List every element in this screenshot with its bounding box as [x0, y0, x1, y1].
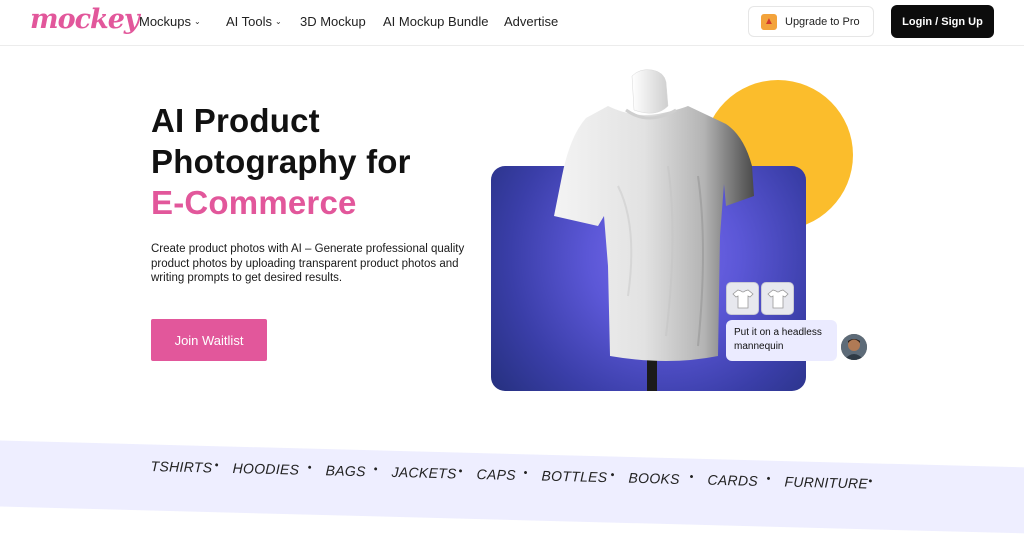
nav-item-ai-tools[interactable]: AI Tools ⌄ [226, 14, 282, 29]
nav-item-label: Mockups [139, 14, 192, 29]
separator-dot: • [610, 469, 615, 482]
chevron-down-icon: ⌄ [194, 17, 201, 26]
nav-item-3d-mockup[interactable]: 3D Mockup [300, 14, 366, 29]
category-item[interactable]: BOOKS [628, 470, 680, 487]
join-waitlist-button[interactable]: Join Waitlist [151, 319, 267, 361]
category-item[interactable]: JACKETS [391, 464, 456, 482]
nav-item-advertise[interactable]: Advertise [504, 14, 558, 29]
login-signup-button[interactable]: Login / Sign Up [891, 5, 994, 38]
nav-item-ai-mockup-bundle[interactable]: AI Mockup Bundle [383, 14, 489, 29]
tshirt-icon [766, 289, 789, 308]
separator-dot: • [523, 467, 528, 480]
separator-dot: • [373, 463, 378, 476]
upgrade-to-pro-button[interactable]: ▲ Upgrade to Pro [748, 6, 874, 37]
category-item[interactable]: BAGS [325, 462, 365, 479]
tshirt-icon [731, 289, 754, 308]
separator-dot: • [458, 465, 463, 478]
category-item[interactable]: CARDS [707, 472, 758, 489]
category-item[interactable]: TSHIRTS [150, 458, 212, 476]
nav-item-label: AI Tools [226, 14, 273, 29]
category-item[interactable]: CAPS [476, 466, 516, 483]
category-item[interactable]: FURNITURE [784, 473, 868, 491]
chevron-down-icon: ⌄ [275, 17, 282, 26]
category-item[interactable]: HOODIES [232, 460, 299, 478]
top-navbar: mockey Mockups ⌄ AI Tools ⌄ 3D Mockup AI M… [0, 0, 1024, 46]
prompt-bubble: Put it on a headless mannequin [726, 320, 837, 361]
separator-dot: • [868, 475, 873, 488]
mockey-logo[interactable]: mockey [30, 4, 140, 35]
hero-title-line2: Photography for [151, 143, 411, 180]
crown-icon: ▲ [761, 13, 777, 30]
hero-description: Create product photos with AI – Generate… [151, 243, 465, 285]
reference-thumbnail[interactable] [761, 282, 794, 315]
user-avatar [841, 334, 867, 360]
separator-dot: • [689, 471, 694, 484]
separator-dot: • [307, 461, 312, 474]
upgrade-label: Upgrade to Pro [785, 15, 860, 28]
hero-title: AI Product Photography for E-Commerce [151, 100, 411, 223]
nav-item-label: 3D Mockup [300, 14, 366, 29]
hero-title-highlight: E-Commerce [151, 184, 357, 221]
reference-thumbnail[interactable] [726, 282, 759, 315]
nav-item-mockups[interactable]: Mockups ⌄ [139, 14, 201, 29]
separator-dot: • [214, 459, 219, 472]
category-item[interactable]: BOTTLES [541, 468, 607, 486]
nav-item-label: Advertise [504, 14, 559, 29]
separator-dot: • [766, 473, 771, 486]
nav-item-label: AI Mockup Bundle [383, 14, 489, 29]
hero-title-line1: AI Product [151, 102, 320, 139]
